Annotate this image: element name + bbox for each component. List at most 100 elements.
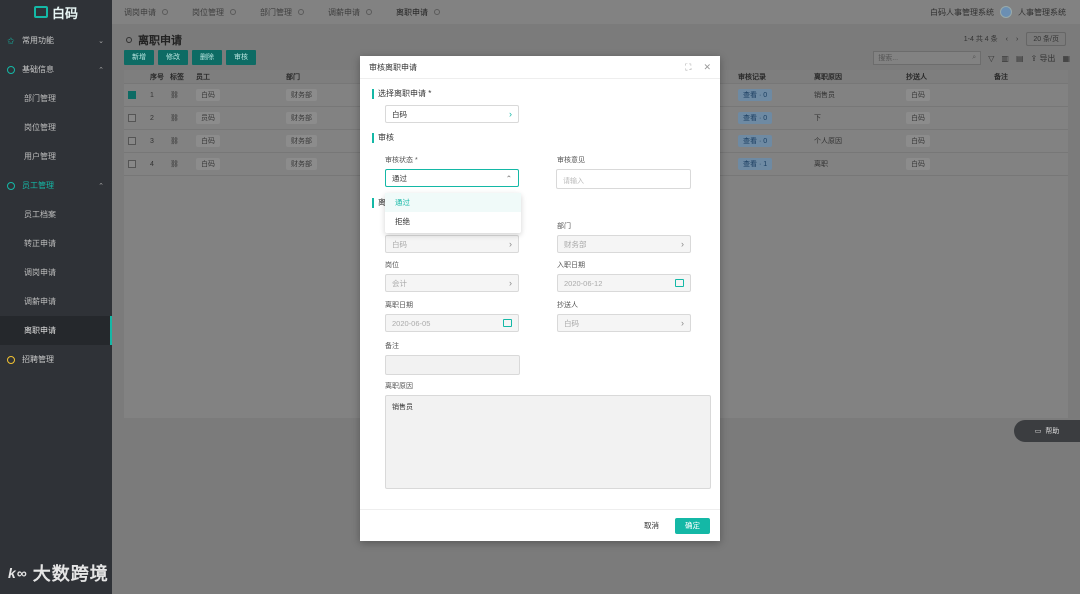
logo-text: 白码 [51,5,78,21]
chevron-right-icon: › [509,278,512,288]
sidebar-item-position-mgmt[interactable]: 岗位管理 [0,113,112,142]
audit-opinion-label: 审核意见 [557,157,585,164]
employee-field: 白码 › [385,235,519,253]
tab-transfer[interactable]: 调岗申请 [112,0,180,24]
chevron-right-icon: › [681,318,684,328]
remark-field [385,355,520,375]
search-input[interactable]: 搜索... ⌕ [873,51,982,65]
sidebar-item-common[interactable]: ✩ 常用功能 ⌄ [0,26,112,55]
close-icon[interactable] [230,9,236,15]
modal-header: 审核离职申请 ⛶ ✕ [360,56,720,79]
logo-icon [33,6,48,18]
link-icon[interactable]: ⛓ [166,160,192,168]
avatar[interactable] [1000,6,1012,18]
system-link[interactable]: 白码人事管理系统 [930,7,994,18]
chevron-right-icon: › [681,239,684,249]
close-icon[interactable] [162,9,168,15]
cc-label: 抄送人 [557,302,578,309]
sidebar-item-resignation[interactable]: 离职申请 [0,316,112,345]
row-checkbox[interactable] [128,114,136,122]
filter-icon[interactable]: ▽ [988,54,994,63]
sidebar-item-recruitment[interactable]: 招聘管理 [0,345,112,374]
request-select[interactable]: 白码 › [385,105,519,123]
chevron-up-icon: ⌃ [98,66,104,74]
refresh-icon[interactable] [126,37,132,43]
confirm-button[interactable]: 确定 [675,517,710,534]
hire-date-field: 2020-06-12 [557,274,691,292]
link-icon[interactable]: ⛓ [166,91,192,99]
sidebar-item-salary-adjust[interactable]: 调薪申请 [0,287,112,316]
row-checkbox[interactable] [128,137,136,145]
option-reject[interactable]: 拒绝 [385,212,521,231]
close-icon[interactable] [434,9,440,15]
tab-position[interactable]: 岗位管理 [180,0,248,24]
audit-status-select[interactable]: 通过 ⌃ [385,169,519,187]
user-name[interactable]: 人事管理系统 [1018,7,1066,18]
delete-button[interactable]: 删除 [192,50,222,65]
modal-footer: 取消 确定 [360,509,720,541]
cancel-button[interactable]: 取消 [638,516,665,535]
next-page-icon[interactable]: › [1016,36,1018,43]
leave-date-field: 2020-06-05 [385,314,519,332]
audit-status-label: 审核状态 * [385,157,418,164]
chevron-down-icon: ⌄ [98,37,104,45]
chart-icon[interactable]: ▥ [1001,54,1009,63]
link-icon[interactable]: ⛓ [166,137,192,145]
close-icon[interactable] [298,9,304,15]
circle-icon [7,181,15,190]
leave-date-label: 离职日期 [385,302,413,309]
sidebar-item-dept-mgmt[interactable]: 部门管理 [0,84,112,113]
columns-icon[interactable]: ▤ [1016,54,1024,63]
app-logo[interactable]: 白码 [0,0,112,24]
audit-opinion-input[interactable]: 请输入 [556,169,691,189]
circle-icon [7,355,15,364]
watermark-text: 大数跨境 [32,564,109,584]
sidebar: 白码 ✩ 常用功能 ⌄ 基础信息 ⌃ 部门管理 岗位管理 用户管理 员工管理 ⌃… [0,0,112,594]
page-size-select[interactable]: 20 条/页 [1026,32,1066,46]
option-approve[interactable]: 通过 [385,193,521,212]
watermark: k∞ 大数跨境 [8,560,109,586]
remark-label: 备注 [385,343,399,350]
hire-date-label: 入职日期 [557,262,585,269]
tab-salary[interactable]: 调薪申请 [316,0,384,24]
position-field: 会计 › [385,274,519,292]
star-icon: ✩ [7,35,15,46]
audit-status-dropdown: 通过 拒绝 [385,193,521,233]
prev-page-icon[interactable]: ‹ [1006,36,1008,43]
edit-button[interactable]: 修改 [158,50,188,65]
help-button[interactable]: ▭ 帮助 [1014,420,1080,442]
audit-button[interactable]: 审核 [226,50,256,65]
row-checkbox[interactable] [128,91,136,99]
circle-icon [7,65,15,74]
search-icon[interactable]: ⌕ [972,54,976,62]
close-icon[interactable] [366,9,372,15]
link-icon[interactable]: ⛓ [166,114,192,122]
add-button[interactable]: 新增 [124,50,154,65]
toolbar: 新增 修改 删除 审核 [124,50,256,65]
tab-resignation[interactable]: 离职申请 [384,0,452,24]
sidebar-item-basic-info[interactable]: 基础信息 ⌃ [0,55,112,84]
dept-field: 财务部 › [557,235,691,253]
export-button[interactable]: ⇪ 导出 [1031,53,1056,64]
sidebar-item-regularization[interactable]: 转正申请 [0,229,112,258]
section-select-request: 选择离职申请 * [372,88,431,99]
section-info: 离 [372,197,386,208]
calendar-icon [675,279,684,287]
topbar-right: 白码人事管理系统 人事管理系统 [930,6,1080,18]
calendar-icon [503,319,512,327]
sidebar-item-user-mgmt[interactable]: 用户管理 [0,142,112,171]
sidebar-item-employee-mgmt[interactable]: 员工管理 ⌃ [0,171,112,200]
close-icon[interactable]: ✕ [703,62,711,73]
help-icon: ▭ [1034,428,1042,435]
grid-icon[interactable]: ▦ [1062,54,1070,63]
fullscreen-icon[interactable]: ⛶ [685,62,691,73]
modal-title: 审核离职申请 [369,62,417,72]
pager-range: 1-4 共 4 条 [963,36,998,43]
page-title: 离职申请 [126,32,182,48]
sidebar-item-transfer[interactable]: 调岗申请 [0,258,112,287]
row-checkbox[interactable] [128,160,136,168]
audit-modal: 审核离职申请 ⛶ ✕ 选择离职申请 * 白码 › 审核 审核状态 * 审核意见 … [360,56,720,541]
tab-dept[interactable]: 部门管理 [248,0,316,24]
sidebar-item-employee-files[interactable]: 员工档案 [0,200,112,229]
position-label: 岗位 [385,262,399,269]
